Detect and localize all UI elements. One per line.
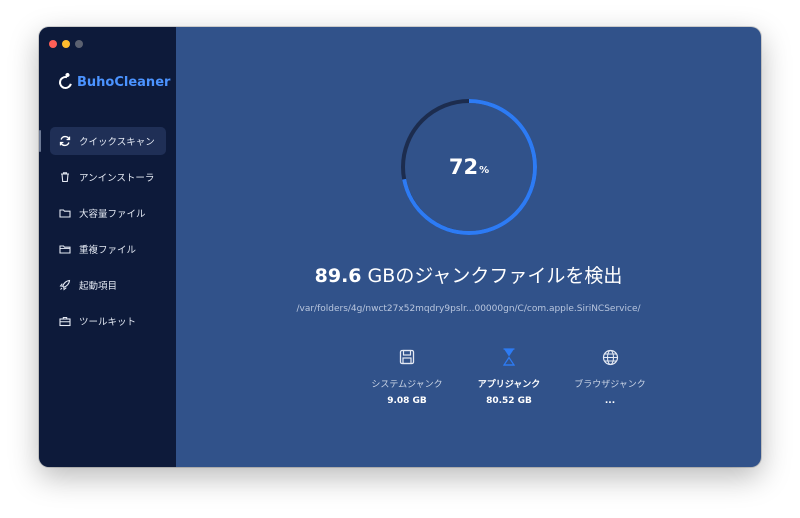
sidebar: BuhoCleaner クイックスキャン アンインストーラ 大容量ファイル 重複…: [39, 27, 176, 467]
current-scan-path: /var/folders/4g/nwct27x52mqdry9pslr...00…: [296, 304, 641, 314]
window-controls: [49, 40, 83, 48]
sidebar-item-label: 大容量ファイル: [79, 209, 146, 220]
app-window: BuhoCleaner クイックスキャン アンインストーラ 大容量ファイル 重複…: [39, 27, 761, 467]
folder-duplicate-icon: [59, 243, 71, 255]
refresh-icon: [59, 135, 71, 147]
sidebar-item-label: 重複ファイル: [79, 245, 137, 256]
main-panel: 72 % 89.6 GBのジャンクファイルを検出 /var/folders/4g…: [176, 27, 761, 467]
stat-value: ...: [604, 396, 616, 406]
sidebar-item-uninstaller[interactable]: アンインストーラ: [39, 163, 176, 191]
folder-icon: [59, 207, 71, 219]
buhocleaner-logo-icon: [56, 73, 75, 92]
close-window-button[interactable]: [49, 40, 57, 48]
stat-browser-junk: ブラウザジャンク ...: [550, 347, 670, 406]
sidebar-item-label: ツールキット: [79, 317, 137, 328]
sidebar-item-label: 起動項目: [79, 281, 118, 292]
progress-unit: %: [479, 164, 490, 176]
sidebar-nav: クイックスキャン アンインストーラ 大容量ファイル 重複ファイル 起動項目 ツー…: [39, 127, 176, 343]
zoom-window-button[interactable]: [75, 40, 83, 48]
sidebar-item-startup-items[interactable]: 起動項目: [39, 271, 176, 299]
found-size: 89.6: [314, 265, 362, 287]
app-logo: BuhoCleaner: [56, 73, 171, 92]
sidebar-item-toolkit[interactable]: ツールキット: [39, 307, 176, 335]
minimize-window-button[interactable]: [62, 40, 70, 48]
trash-icon: [59, 171, 71, 183]
sidebar-item-duplicate-files[interactable]: 重複ファイル: [39, 235, 176, 263]
stat-label: ブラウザジャンク: [574, 380, 646, 390]
progress-label: 72 %: [399, 97, 539, 237]
app-name: BuhoCleaner: [77, 75, 171, 90]
scan-result-headline: 89.6 GBのジャンクファイルを検出: [176, 261, 761, 288]
sidebar-item-label: クイックスキャン: [79, 137, 155, 148]
sidebar-item-large-files[interactable]: 大容量ファイル: [39, 199, 176, 227]
rocket-icon: [59, 279, 71, 291]
found-text: GBのジャンクファイルを検出: [361, 265, 623, 287]
sidebar-item-quick-scan[interactable]: クイックスキャン: [39, 127, 166, 155]
toolbox-icon: [59, 315, 71, 327]
sidebar-item-label: アンインストーラ: [79, 173, 155, 184]
scan-progress-ring: 72 %: [399, 97, 539, 237]
globe-icon: [550, 347, 670, 367]
progress-value: 72: [448, 155, 479, 179]
